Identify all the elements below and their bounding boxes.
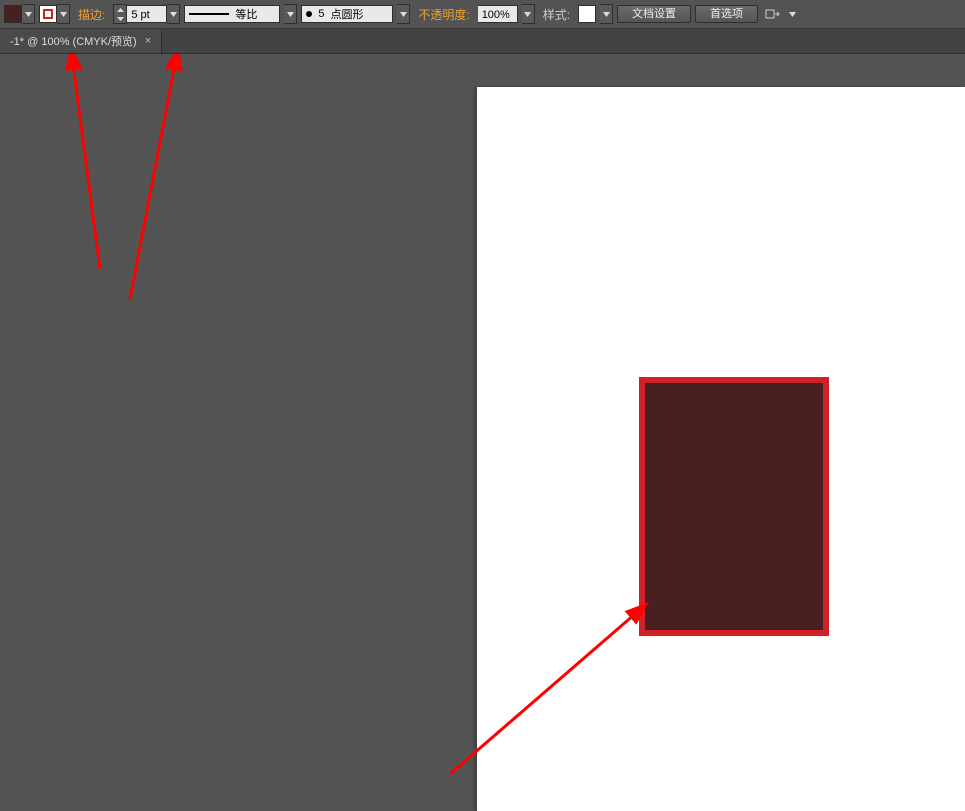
dash-pattern-dropdown[interactable]	[397, 4, 410, 24]
document-tab-title: -1* @ 100% (CMYK/预览)	[10, 33, 137, 49]
stroke-weight-field: 5 pt	[113, 4, 180, 24]
document-setup-button[interactable]: 文档设置	[617, 5, 691, 23]
stroke-weight-dropdown[interactable]	[167, 4, 180, 24]
graphic-style-swatch[interactable]	[578, 5, 596, 23]
fill-swatch-group	[4, 4, 35, 24]
stroke-profile-label: 等比	[235, 6, 257, 22]
arrow-to-stroke-weight	[130, 64, 175, 299]
opacity-dropdown[interactable]	[522, 4, 535, 24]
fill-color-swatch[interactable]	[4, 5, 22, 23]
stroke-profile-select[interactable]: 等比	[184, 5, 280, 23]
stroke-weight-input[interactable]: 5 pt	[127, 5, 167, 23]
dash-pattern-label: 点圆形	[330, 6, 363, 22]
stroke-color-dropdown[interactable]	[57, 4, 70, 24]
control-toolbar: 描边: 5 pt 等比 5 点圆形 不透明度: 100% 样式: 文档设置 首选…	[0, 0, 965, 29]
stroke-weight-stepper[interactable]	[113, 4, 127, 24]
stroke-profile-line-icon	[189, 13, 229, 15]
rectangle-shape[interactable]	[639, 377, 829, 636]
style-label: 样式:	[539, 6, 574, 23]
opacity-label: 不透明度:	[414, 6, 473, 23]
fill-color-dropdown[interactable]	[22, 4, 35, 24]
document-tab-strip: -1* @ 100% (CMYK/预览) ×	[0, 29, 965, 54]
close-tab-icon[interactable]: ×	[145, 35, 151, 47]
stroke-label: 描边:	[74, 6, 109, 23]
arrow-to-stroke-swatch	[73, 64, 100, 269]
stroke-weight-down[interactable]	[114, 14, 126, 23]
preferences-button[interactable]: 首选项	[695, 5, 758, 23]
canvas-area[interactable]	[0, 54, 965, 811]
stroke-color-swatch[interactable]	[39, 5, 57, 23]
dash-pattern-select[interactable]: 5 点圆形	[301, 5, 393, 23]
stroke-swatch-group	[39, 4, 70, 24]
document-tab[interactable]: -1* @ 100% (CMYK/预览) ×	[0, 29, 162, 53]
dash-dot-icon	[306, 11, 312, 17]
opacity-input[interactable]: 100%	[478, 5, 518, 23]
align-pixel-grid-icon[interactable]	[762, 5, 782, 23]
stroke-profile-dropdown[interactable]	[284, 4, 297, 24]
dash-pattern-prefix: 5	[318, 8, 324, 20]
stroke-weight-up[interactable]	[114, 5, 126, 14]
align-pixel-grid-dropdown[interactable]	[786, 5, 798, 23]
graphic-style-dropdown[interactable]	[600, 4, 613, 24]
